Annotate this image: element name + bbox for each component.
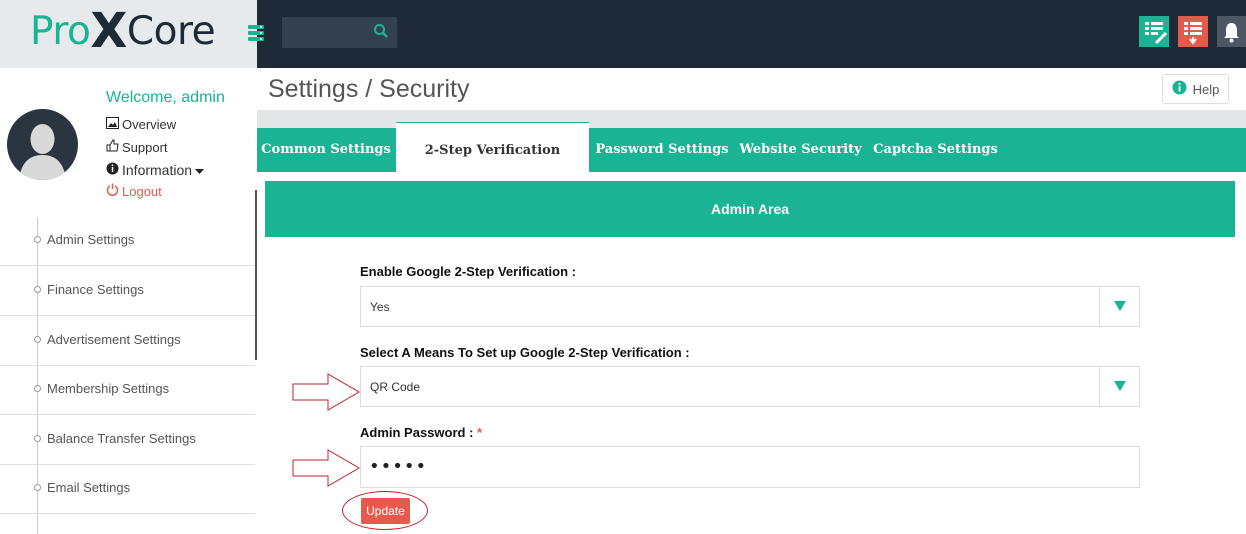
power-icon [106, 183, 119, 199]
annotation-arrow-icon [292, 373, 360, 411]
means-value: QR Code [370, 380, 421, 394]
admin-password-input[interactable]: ••••• [360, 446, 1140, 488]
tab-password-settings[interactable]: Password Settings [593, 128, 731, 172]
tab-captcha-settings[interactable]: Captcha Settings [869, 128, 1002, 172]
tab-website-security[interactable]: Website Security [735, 128, 866, 172]
dropdown-toggle[interactable] [1099, 367, 1139, 406]
triangle-down-icon [1114, 301, 1126, 311]
sidebar: Welcome, admin Overview Support Informat… [0, 68, 257, 534]
means-select[interactable]: QR Code [360, 366, 1140, 407]
help-button[interactable]: Help [1162, 74, 1229, 104]
bullet-icon [34, 435, 41, 442]
means-label: Select A Means To Set up Google 2-Step V… [360, 345, 690, 360]
bell-icon[interactable] [1217, 16, 1246, 47]
triangle-down-icon [1114, 381, 1126, 391]
sidebar-item-admin-settings[interactable]: Admin Settings [0, 216, 255, 266]
tab-common-settings[interactable]: Common Settings [257, 128, 395, 172]
search-input[interactable] [282, 17, 397, 48]
annotation-arrow-icon [292, 449, 360, 487]
admin-password-label: Admin Password : * [360, 425, 483, 440]
info-icon [106, 162, 119, 178]
sidebar-item-membership-settings[interactable]: Membership Settings [0, 365, 255, 415]
bullet-icon [34, 336, 41, 343]
enable-2fa-value: Yes [370, 300, 390, 314]
support-link[interactable]: Support [106, 139, 168, 155]
page-title: Settings / Security [268, 75, 470, 103]
welcome-text: Welcome, admin [106, 89, 225, 106]
highlight-circle [342, 491, 428, 530]
image-icon [106, 117, 119, 132]
settings-tabs: Common Settings 2-Step Verification Sett… [257, 122, 1246, 214]
enable-2fa-label: Enable Google 2-Step Verification : [360, 264, 576, 279]
avatar [7, 109, 78, 180]
enable-2fa-select[interactable]: Yes [360, 286, 1140, 327]
bullet-icon [34, 236, 41, 243]
caret-down-icon [195, 163, 205, 178]
sidebar-item-advertisement-settings[interactable]: Advertisement Settings [0, 316, 255, 366]
dropdown-toggle[interactable] [1099, 287, 1139, 326]
download-list-icon[interactable] [1178, 16, 1208, 47]
section-title: Admin Area [265, 181, 1235, 237]
bullet-icon [34, 385, 41, 392]
thumbs-up-icon [106, 139, 119, 155]
info-icon [1172, 80, 1187, 98]
logo-area: ProXCore [0, 0, 257, 68]
search-icon[interactable] [373, 23, 389, 43]
bullet-icon [34, 484, 41, 491]
sidebar-item-email-settings[interactable]: Email Settings [0, 464, 255, 514]
sidebar-scrollbar[interactable] [255, 190, 257, 360]
bullet-icon [34, 286, 41, 293]
required-marker: * [477, 425, 483, 440]
sidebar-item-finance-settings[interactable]: Finance Settings [0, 266, 255, 316]
edit-list-icon[interactable] [1139, 16, 1169, 47]
logout-link[interactable]: Logout [106, 183, 162, 199]
tab-2-step-verification-settings[interactable]: 2-Step Verification Settings [396, 122, 589, 214]
menu-toggle-icon[interactable] [247, 23, 265, 43]
information-dropdown[interactable]: Information [106, 162, 205, 178]
sidebar-item-balance-transfer-settings[interactable]: Balance Transfer Settings [0, 415, 255, 465]
brand-logo[interactable]: ProXCore [30, 7, 216, 55]
overview-link[interactable]: Overview [106, 117, 176, 132]
